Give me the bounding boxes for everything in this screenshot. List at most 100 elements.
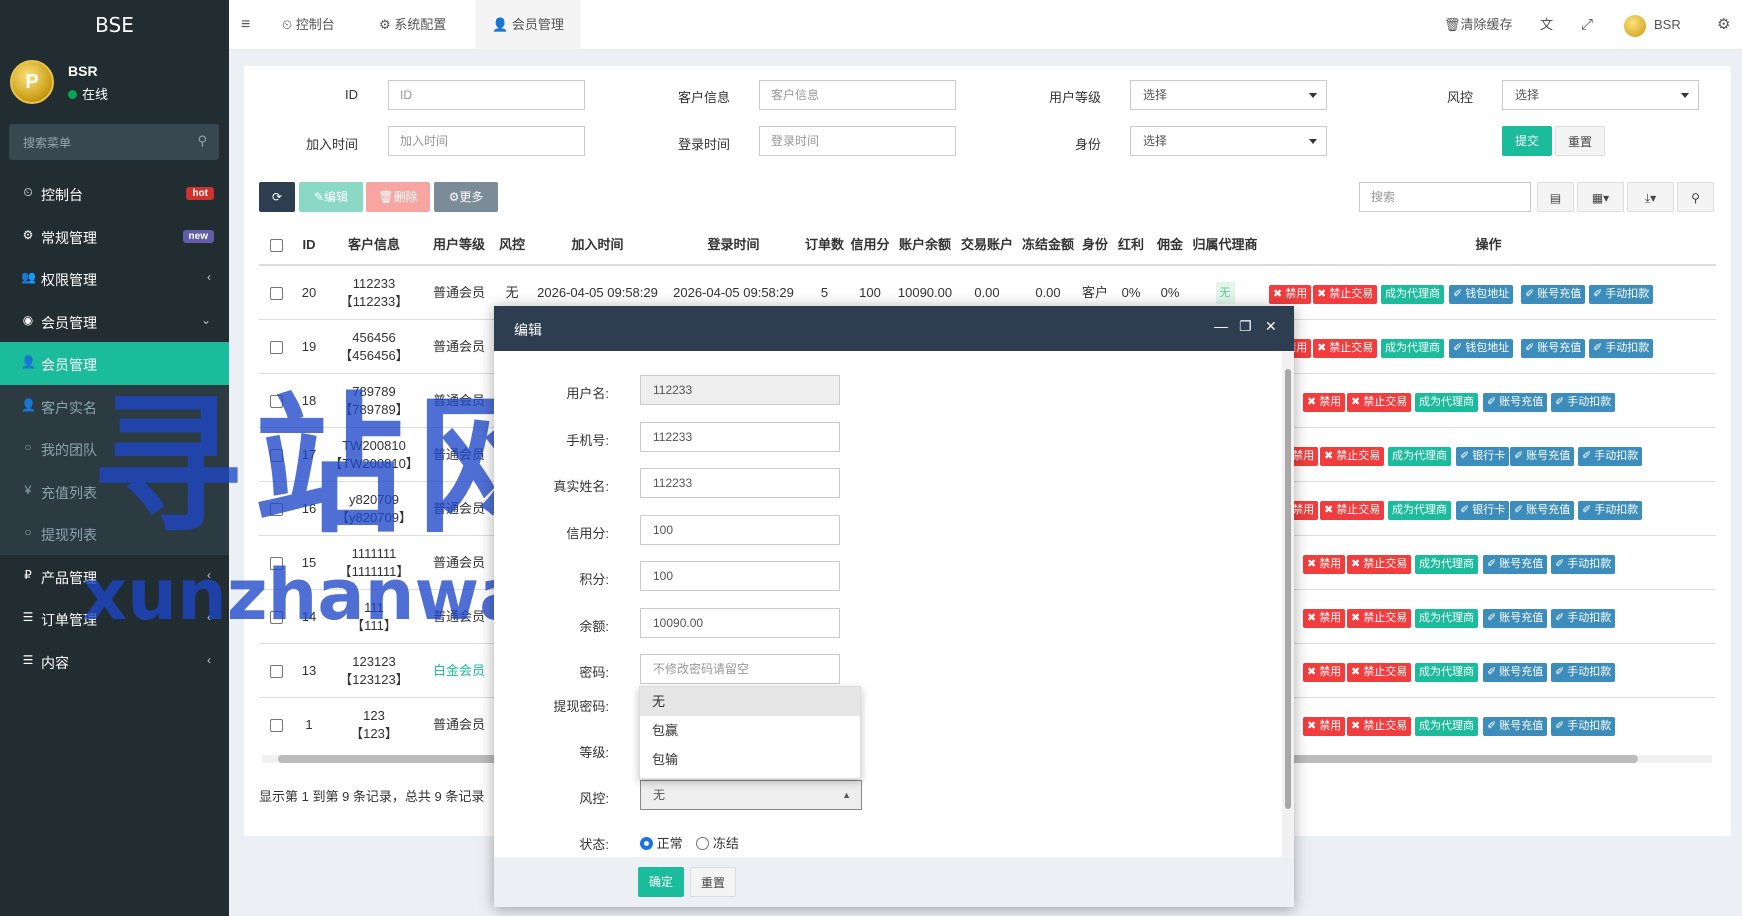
sidebar-item-1[interactable]: ⚙ 常规管理 new xyxy=(0,215,229,258)
action-deduct-button[interactable]: ✐ 手动扣款 xyxy=(1589,285,1654,304)
column-header[interactable]: 佣金 xyxy=(1151,226,1189,264)
user-menu[interactable]: BSR xyxy=(1624,0,1681,50)
action-deduct-button[interactable]: ✐ 手动扣款 xyxy=(1589,339,1654,358)
radio-frozen[interactable] xyxy=(696,837,710,850)
action-ban-trade-button[interactable]: ✖ 禁止交易 xyxy=(1347,609,1412,628)
column-header[interactable]: 用户等级 xyxy=(424,226,494,264)
action-recharge-button[interactable]: ✐ 账号充值 xyxy=(1521,339,1586,358)
sidebar-item-4[interactable]: 👤 会员管理 xyxy=(0,342,229,385)
action-bank-button[interactable]: ✐ 银行卡 xyxy=(1456,447,1510,466)
sidebar-search[interactable]: 搜索菜单 ⚲ xyxy=(9,124,219,160)
tab-dashboard[interactable]: ⏲ 控制台 xyxy=(282,0,335,50)
tab-system-config[interactable]: ⚙ 系统配置 xyxy=(379,0,446,50)
action-ban-button[interactable]: ✖ 禁用 xyxy=(1303,717,1346,736)
action-wallet-button[interactable]: ✐ 钱包地址 xyxy=(1449,285,1514,304)
action-deduct-button[interactable]: ✐ 手动扣款 xyxy=(1551,393,1616,412)
sidebar-item-0[interactable]: ⏲ 控制台 hot xyxy=(0,172,229,215)
row-checkbox[interactable] xyxy=(270,664,283,678)
action-recharge-button[interactable]: ✐ 账号充值 xyxy=(1521,285,1586,304)
radio-normal[interactable] xyxy=(640,837,653,850)
row-checkbox[interactable] xyxy=(270,340,283,354)
columns-button[interactable]: ▦▾ xyxy=(1577,182,1624,212)
action-make-agent-button[interactable]: 成为代理商 xyxy=(1381,339,1444,358)
sidebar-item-2[interactable]: 👥 权限管理 ‹ xyxy=(0,257,229,300)
action-recharge-button[interactable]: ✐ 账号充值 xyxy=(1483,555,1548,574)
toggle-view-button[interactable]: ▤ xyxy=(1537,182,1574,212)
select-all-checkbox-cell[interactable] xyxy=(259,226,294,264)
select-all-checkbox[interactable] xyxy=(270,239,283,253)
filter-risk-select[interactable]: 选择 xyxy=(1502,80,1699,110)
filter-login-input[interactable]: 登录时间 xyxy=(759,126,956,156)
modal-scrollbar-thumb[interactable] xyxy=(1285,369,1291,809)
modal-field-input[interactable]: 100 xyxy=(640,514,840,545)
action-recharge-button[interactable]: ✐ 账号充值 xyxy=(1483,717,1548,736)
column-header[interactable]: 信用分 xyxy=(847,226,893,264)
action-ban-trade-button[interactable]: ✖ 禁止交易 xyxy=(1347,555,1412,574)
close-icon[interactable]: ✕ xyxy=(1265,318,1277,335)
modal-field-input[interactable]: 10090.00 xyxy=(640,607,840,638)
risk-select[interactable]: 无 ▲ xyxy=(640,780,862,810)
action-ban-trade-button[interactable]: ✖ 禁止交易 xyxy=(1347,393,1412,412)
modal-field-input[interactable]: 不修改密码请留空 xyxy=(640,654,840,684)
modal-field-input[interactable]: 100 xyxy=(640,561,840,591)
action-deduct-button[interactable]: ✐ 手动扣款 xyxy=(1578,447,1643,466)
action-make-agent-button[interactable]: 成为代理商 xyxy=(1388,501,1451,520)
refresh-button[interactable]: ⟳ xyxy=(259,182,295,212)
dropdown-option[interactable]: 包输 xyxy=(640,745,860,774)
column-header[interactable]: ID xyxy=(294,226,324,264)
action-ban-trade-button[interactable]: ✖ 禁止交易 xyxy=(1313,339,1378,358)
column-header[interactable]: 客户信息 xyxy=(324,226,424,264)
action-ban-trade-button[interactable]: ✖ 禁止交易 xyxy=(1320,447,1385,466)
dropdown-option[interactable]: 无 xyxy=(640,687,860,716)
action-bank-button[interactable]: ✐ 银行卡 xyxy=(1456,501,1510,520)
action-recharge-button[interactable]: ✐ 账号充值 xyxy=(1510,501,1575,520)
confirm-button[interactable]: 确定 xyxy=(638,867,684,897)
action-make-agent-button[interactable]: 成为代理商 xyxy=(1381,285,1444,304)
action-recharge-button[interactable]: ✐ 账号充值 xyxy=(1510,447,1575,466)
filter-submit-button[interactable]: 提交 xyxy=(1502,126,1552,156)
action-ban-button[interactable]: ✖ 禁用 xyxy=(1303,663,1346,682)
modal-field-input[interactable]: 112233 xyxy=(640,375,840,405)
action-ban-button[interactable]: ✖ 禁用 xyxy=(1303,609,1346,628)
filter-level-select[interactable]: 选择 xyxy=(1130,80,1327,110)
action-recharge-button[interactable]: ✐ 账号充值 xyxy=(1483,393,1548,412)
action-ban-button[interactable]: ✖ 禁用 xyxy=(1303,555,1346,574)
action-make-agent-button[interactable]: 成为代理商 xyxy=(1415,555,1478,574)
column-header[interactable]: 登录时间 xyxy=(665,226,802,264)
sidebar-item-11[interactable]: ☰ 内容 ‹ xyxy=(0,640,229,683)
radio-normal-label[interactable]: 正常 xyxy=(657,836,683,851)
search-icon[interactable]: ⚲ xyxy=(197,133,207,149)
action-recharge-button[interactable]: ✐ 账号充值 xyxy=(1483,663,1548,682)
action-deduct-button[interactable]: ✐ 手动扣款 xyxy=(1551,555,1616,574)
clear-cache-button[interactable]: 🗑清除缓存 xyxy=(1444,0,1513,50)
row-checkbox[interactable] xyxy=(270,286,283,300)
brand-logo[interactable]: BSE xyxy=(0,0,229,50)
action-ban-trade-button[interactable]: ✖ 禁止交易 xyxy=(1320,501,1385,520)
translate-icon[interactable]: 文 xyxy=(1540,0,1553,50)
menu-toggle-icon[interactable]: ≡ xyxy=(241,0,250,50)
action-deduct-button[interactable]: ✐ 手动扣款 xyxy=(1578,501,1643,520)
edit-button[interactable]: ✎编辑 xyxy=(299,182,363,212)
column-header[interactable]: 加入时间 xyxy=(530,226,665,264)
advanced-search-button[interactable]: ⚲ xyxy=(1677,182,1714,212)
action-ban-trade-button[interactable]: ✖ 禁止交易 xyxy=(1347,717,1412,736)
delete-button[interactable]: 🗑删除 xyxy=(366,182,430,212)
action-make-agent-button[interactable]: 成为代理商 xyxy=(1388,447,1451,466)
fullscreen-icon[interactable]: ⤢ xyxy=(1581,0,1593,50)
action-make-agent-button[interactable]: 成为代理商 xyxy=(1415,717,1478,736)
modal-field-input[interactable]: 112233 xyxy=(640,421,840,452)
column-header[interactable]: 身份 xyxy=(1079,226,1111,264)
dropdown-option[interactable]: 包赢 xyxy=(640,716,860,745)
sidebar-item-3[interactable]: ◉ 会员管理 ⌄ xyxy=(0,300,229,343)
action-wallet-button[interactable]: ✐ 钱包地址 xyxy=(1449,339,1514,358)
action-deduct-button[interactable]: ✐ 手动扣款 xyxy=(1551,609,1616,628)
column-header[interactable]: 风控 xyxy=(494,226,530,264)
column-header[interactable]: 归属代理商 xyxy=(1189,226,1261,264)
tab-member-management[interactable]: 👤 会员管理 xyxy=(476,0,580,50)
action-deduct-button[interactable]: ✐ 手动扣款 xyxy=(1551,717,1616,736)
action-ban-trade-button[interactable]: ✖ 禁止交易 xyxy=(1313,285,1378,304)
filter-reset-button[interactable]: 重置 xyxy=(1555,126,1605,156)
search-input[interactable]: 搜索菜单 xyxy=(23,134,71,151)
row-checkbox[interactable] xyxy=(270,718,283,732)
maximize-icon[interactable]: ❐ xyxy=(1239,318,1252,335)
